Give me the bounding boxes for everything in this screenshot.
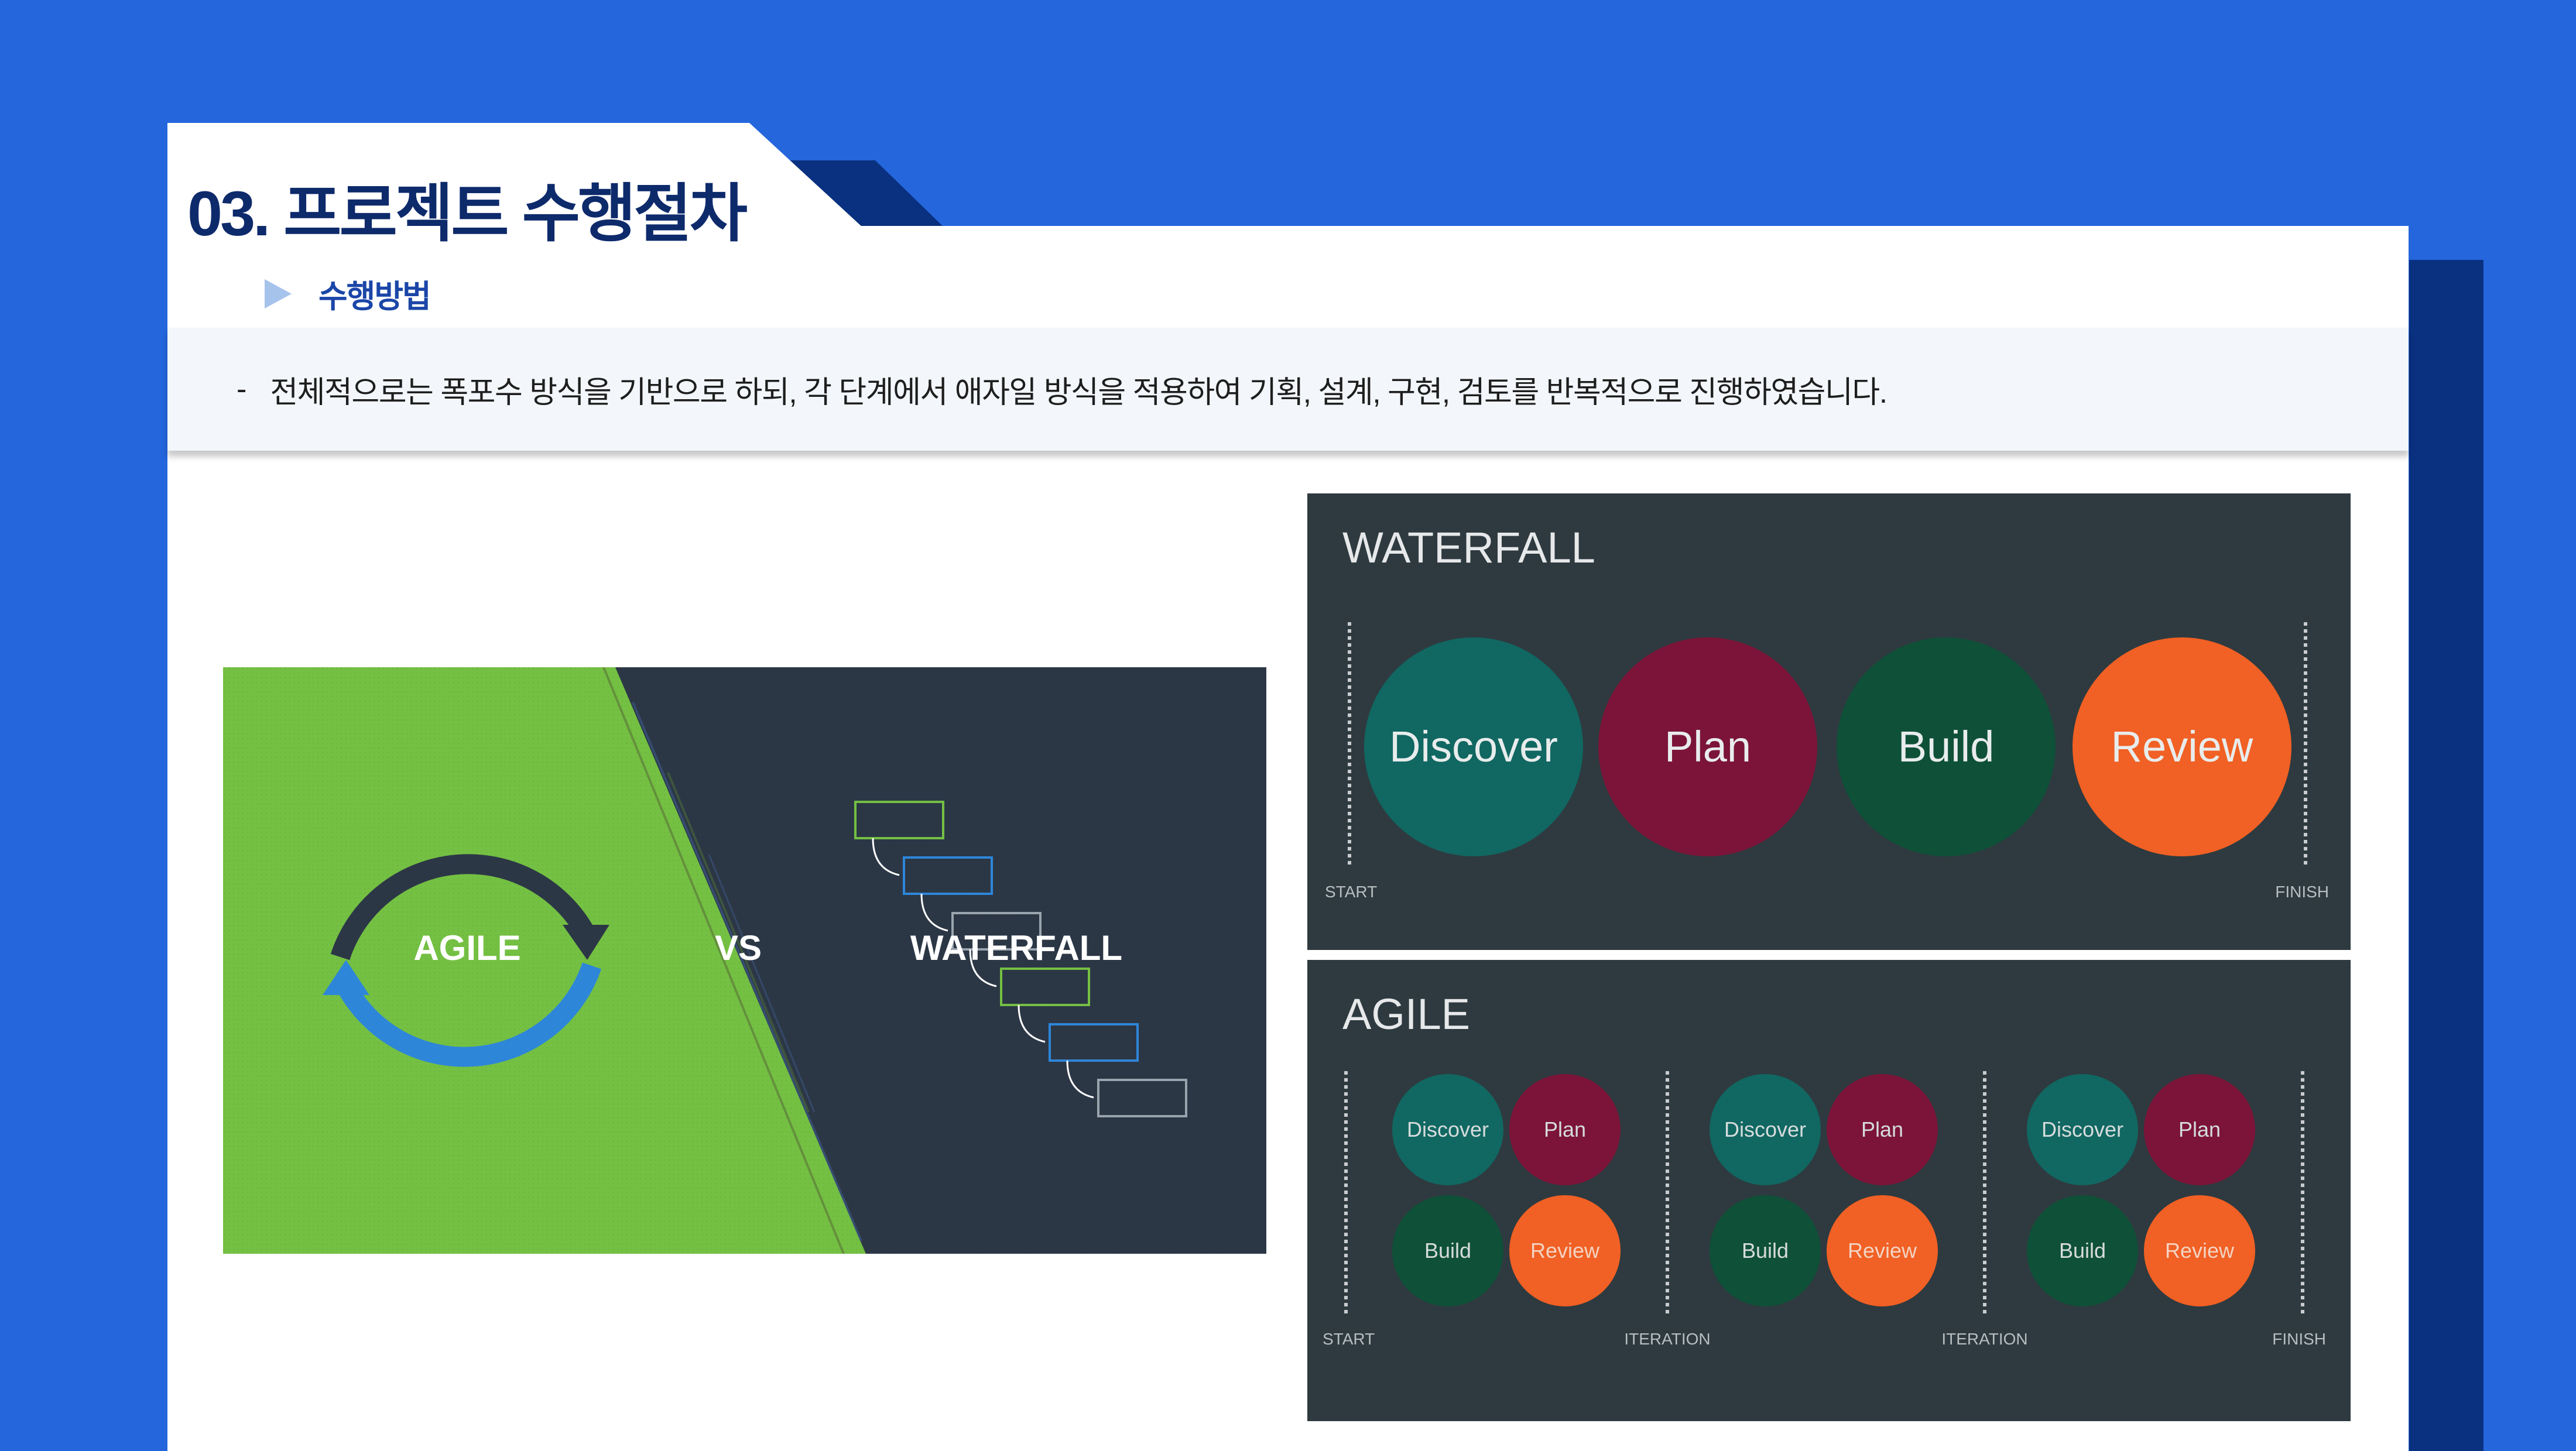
agile-vs-waterfall-image: AGILE VS WATERFALL	[223, 667, 1266, 1254]
description-bullet: -	[237, 372, 247, 406]
agile-marker-finish: FINISH	[2272, 1330, 2326, 1348]
waterfall-title: WATERFALL	[1342, 523, 1595, 572]
agile-iter1-plan: Plan	[1544, 1117, 1586, 1141]
section-subtitle: 수행방법	[265, 270, 431, 317]
agile-iter3-build: Build	[2059, 1239, 2106, 1263]
agile-iter1-discover: Discover	[1407, 1117, 1489, 1141]
agile-iter1-build: Build	[1424, 1239, 1471, 1263]
waterfall-phase-build: Build	[1898, 722, 1995, 771]
waterfall-diagram: WATERFALL START FINISH Discover Plan Bui…	[1307, 493, 2351, 950]
agile-title: AGILE	[1342, 990, 1470, 1038]
agile-iter1-review: Review	[1530, 1239, 1600, 1263]
agile-iter2-review: Review	[1848, 1239, 1917, 1263]
right-accent-panel	[2409, 260, 2483, 1451]
triangle-bullet-icon	[265, 279, 292, 308]
agile-iter3-review: Review	[2165, 1239, 2235, 1263]
agile-iter2-discover: Discover	[1724, 1117, 1806, 1141]
waterfall-label: WATERFALL	[910, 928, 1122, 968]
waterfall-start-label: START	[1325, 883, 1377, 901]
subtitle-label: 수행방법	[318, 279, 431, 314]
agile-marker-start: START	[1323, 1330, 1375, 1348]
description-text: 전체적으로는 폭포수 방식을 기반으로 하되, 각 단계에서 애자일 방식을 적…	[270, 375, 1888, 410]
agile-iter2-plan: Plan	[1861, 1117, 1903, 1141]
agile-iter2-build: Build	[1742, 1239, 1789, 1263]
description-box: - 전체적으로는 폭포수 방식을 기반으로 하되, 각 단계에서 애자일 방식을…	[167, 328, 2409, 451]
agile-label: AGILE	[413, 928, 520, 968]
waterfall-phase-review: Review	[2111, 722, 2253, 771]
waterfall-finish-label: FINISH	[2275, 883, 2329, 901]
waterfall-phase-discover: Discover	[1389, 722, 1558, 771]
page-title: 03. 프로젝트 수행절차	[187, 178, 748, 249]
waterfall-phase-plan: Plan	[1664, 722, 1751, 771]
agile-iter3-discover: Discover	[2041, 1117, 2123, 1141]
agile-marker-iteration-2: ITERATION	[1941, 1330, 2027, 1348]
vs-label: VS	[715, 928, 762, 968]
agile-marker-iteration-1: ITERATION	[1624, 1330, 1710, 1348]
agile-diagram: AGILE START ITERATION ITERATION FINISH D…	[1307, 960, 2351, 1421]
agile-iter3-plan: Plan	[2178, 1117, 2221, 1141]
